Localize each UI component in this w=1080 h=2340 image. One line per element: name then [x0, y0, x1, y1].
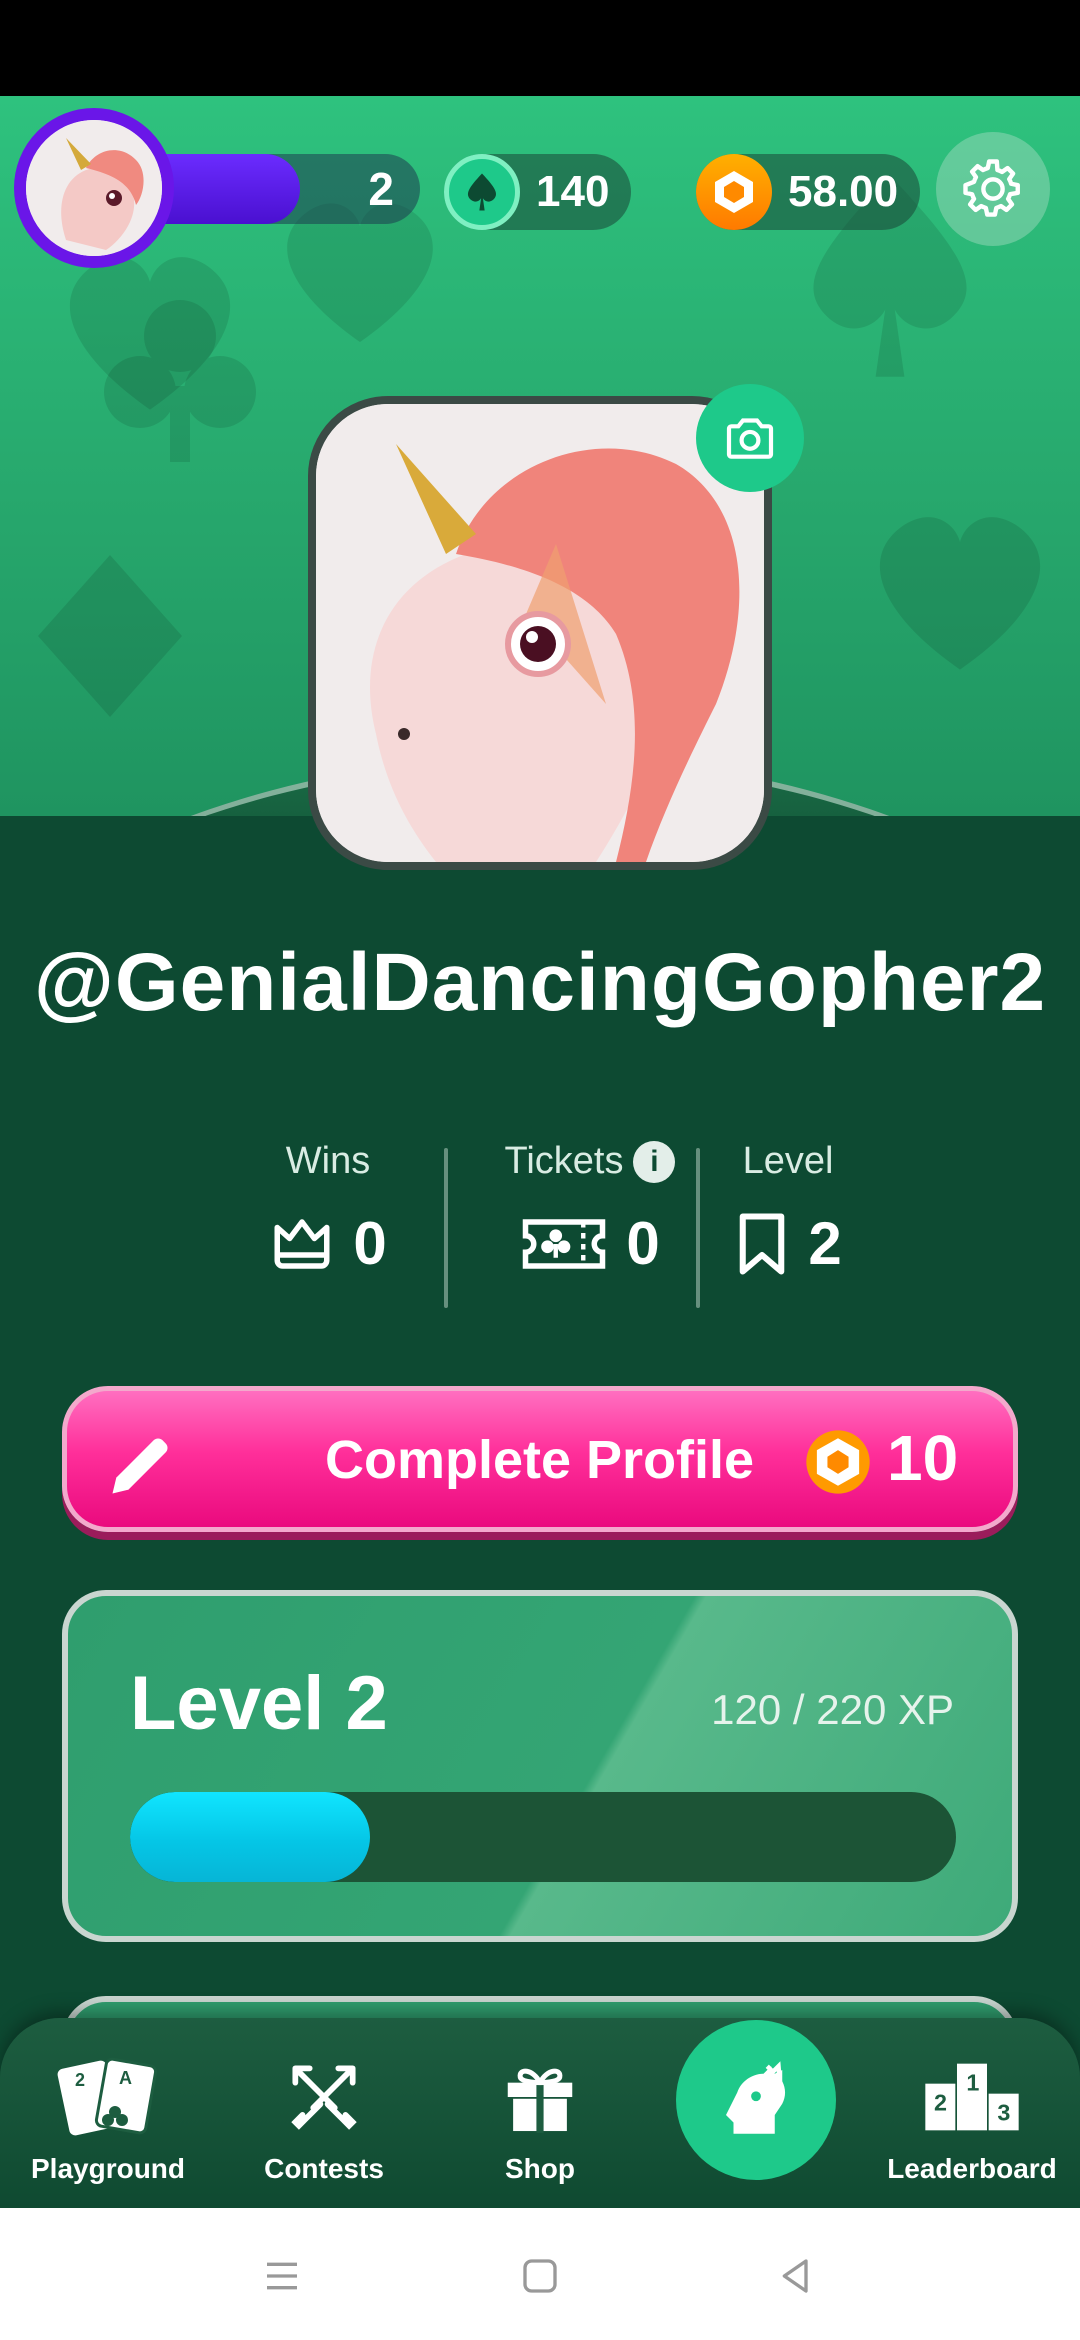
level-progress-card: Level 2 120 / 220 XP: [62, 1590, 1018, 1942]
status-bar: [0, 0, 1080, 96]
coins-counter[interactable]: 58.00: [696, 154, 921, 230]
svg-text:3: 3: [997, 2099, 1010, 2125]
reward-amount: 10: [887, 1422, 959, 1494]
complete-profile-label: Complete Profile: [325, 1430, 755, 1490]
svg-text:2: 2: [75, 2070, 85, 2090]
heart-suit-icon: [879, 517, 1041, 670]
nav-shop-label: Shop: [505, 2153, 575, 2184]
avatar[interactable]: [14, 108, 174, 268]
nav-playground[interactable]: 2 A Playground: [0, 2054, 216, 2185]
coins-value: 58.00: [788, 167, 899, 216]
wins-value: 0: [353, 1210, 387, 1277]
spades-value: 140: [536, 167, 610, 216]
gift-icon: [507, 2068, 573, 2133]
svg-text:A: A: [119, 2068, 132, 2088]
stats-row: Wins 0 Tickets i 0 Level 2: [0, 1140, 1080, 1310]
unicorn-avatar-icon: [26, 120, 162, 256]
stat-divider: [444, 1148, 448, 1308]
ticket-icon: [523, 1218, 606, 1269]
nav-shop[interactable]: Shop: [432, 2054, 648, 2185]
username: @GenialDancingGopher2: [33, 937, 1047, 1028]
svg-text:1: 1: [966, 2069, 979, 2095]
xp-text: 120 / 220 XP: [711, 1686, 954, 1733]
podium-icon: 1 2 3: [925, 2063, 1019, 2131]
bookmark-icon: [740, 1212, 785, 1275]
pencil-icon: [112, 1438, 168, 1494]
gear-icon: [963, 159, 1020, 217]
tickets-label: Tickets: [504, 1140, 624, 1182]
nav-playground-label: Playground: [30, 2153, 185, 2184]
diamond-suit-icon: [38, 555, 182, 717]
spades-counter[interactable]: 140: [444, 154, 632, 230]
system-nav-bar: [0, 2208, 1080, 2340]
level-title: Level 2: [130, 1661, 388, 1746]
nav-contests-label: Contests: [264, 2153, 384, 2184]
nav-leaderboard[interactable]: 1 2 3 Leaderboard: [864, 2054, 1080, 2185]
tickets-value: 0: [626, 1210, 660, 1277]
settings-button[interactable]: [936, 132, 1050, 246]
wins-stat: Wins 0: [208, 1140, 448, 1278]
level-pill-value: 2: [368, 163, 394, 215]
unicorn-avatar-image: [316, 404, 764, 862]
bottom-nav: 2 A Playground Contests Shop 1 2 3 Leade…: [0, 2018, 1080, 2208]
home-icon[interactable]: [520, 2256, 560, 2296]
spade-icon: [444, 154, 520, 230]
coin-icon: [696, 154, 772, 230]
coin-icon: [806, 1430, 870, 1494]
level-value: 2: [808, 1210, 842, 1277]
complete-profile-button[interactable]: Complete Profile 10: [62, 1386, 1018, 1532]
menu-icon[interactable]: [262, 2256, 302, 2296]
nav-leaderboard-label: Leaderboard: [887, 2153, 1057, 2184]
back-icon[interactable]: [776, 2256, 816, 2296]
swords-icon: [291, 2065, 357, 2130]
svg-text:2: 2: [934, 2089, 947, 2115]
level-stat: Level 2: [668, 1140, 908, 1278]
profile-knight-icon: [726, 2061, 786, 2134]
profile-picture[interactable]: [308, 396, 772, 870]
nav-profile-button[interactable]: [676, 2020, 836, 2180]
crown-icon: [274, 1218, 330, 1269]
change-photo-button[interactable]: [696, 384, 804, 492]
camera-icon: [726, 418, 774, 459]
cards-icon: 2 A: [57, 2057, 158, 2136]
nav-contests[interactable]: Contests: [216, 2054, 432, 2185]
xp-progress-bar: [130, 1792, 956, 1882]
xp-progress-fill: [130, 1792, 370, 1882]
wins-label: Wins: [285, 1140, 371, 1182]
level-label: Level: [742, 1140, 834, 1182]
club-suit-icon: [104, 300, 256, 462]
